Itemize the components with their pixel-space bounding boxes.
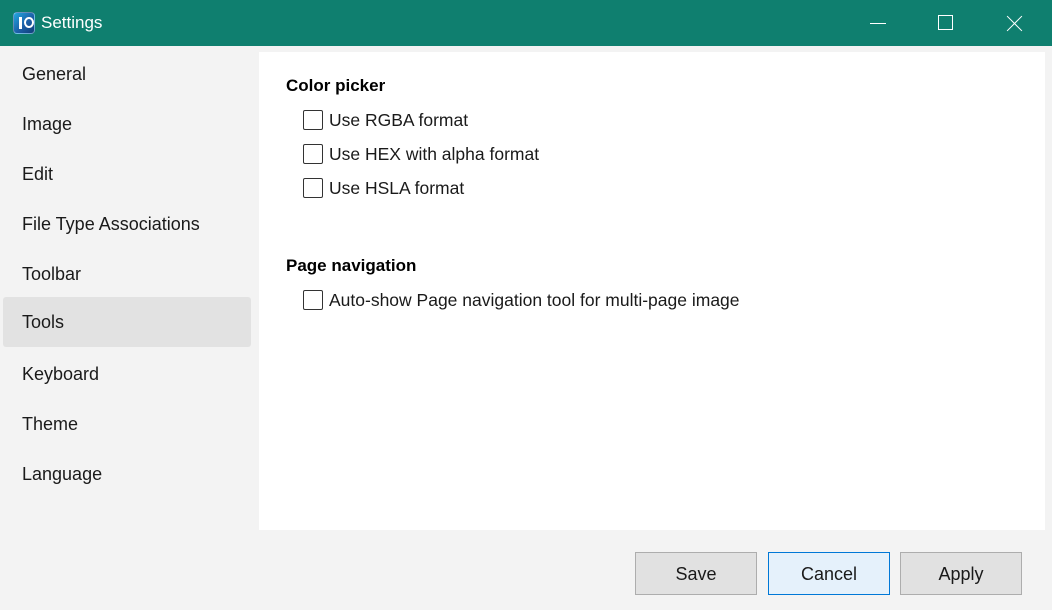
maximize-button[interactable] bbox=[910, 0, 980, 46]
page-navigation-heading: Page navigation bbox=[286, 256, 417, 275]
sidebar-item-file-type-associations[interactable]: File Type Associations bbox=[3, 199, 251, 249]
sidebar-item-edit[interactable]: Edit bbox=[3, 149, 251, 199]
tools-settings-panel: Color picker Use RGBA format Use HEX wit… bbox=[259, 52, 1045, 530]
rgba-format-label: Use RGBA format bbox=[329, 109, 469, 130]
minimize-button[interactable] bbox=[843, 0, 913, 46]
auto-show-page-nav-option[interactable]: Auto-show Page navigation tool for multi… bbox=[303, 288, 740, 312]
close-icon bbox=[1007, 15, 1023, 31]
sidebar-item-toolbar[interactable]: Toolbar bbox=[3, 249, 251, 299]
sidebar-item-label: Language bbox=[22, 464, 103, 484]
sidebar-item-image[interactable]: Image bbox=[3, 99, 251, 149]
sidebar-item-label: Toolbar bbox=[22, 264, 82, 284]
hex-alpha-format-checkbox[interactable] bbox=[303, 144, 323, 164]
sidebar-item-label: Theme bbox=[22, 414, 79, 434]
sidebar-item-theme[interactable]: Theme bbox=[3, 399, 251, 449]
sidebar-item-label: Keyboard bbox=[22, 364, 100, 384]
sidebar-item-label: Image bbox=[22, 114, 73, 134]
hsla-format-option[interactable]: Use HSLA format bbox=[303, 176, 464, 200]
cancel-button[interactable]: Cancel bbox=[768, 552, 890, 595]
minimize-icon bbox=[870, 23, 886, 24]
close-button[interactable] bbox=[980, 0, 1050, 46]
sidebar-item-language[interactable]: Language bbox=[3, 449, 251, 499]
hex-alpha-format-label: Use HEX with alpha format bbox=[329, 143, 540, 164]
sidebar-item-label: Edit bbox=[22, 164, 54, 184]
rgba-format-checkbox[interactable] bbox=[303, 110, 323, 130]
color-picker-heading: Color picker bbox=[286, 76, 386, 95]
hex-alpha-format-option[interactable]: Use HEX with alpha format bbox=[303, 142, 539, 166]
window-title: Settings bbox=[41, 13, 103, 32]
hsla-format-checkbox[interactable] bbox=[303, 178, 323, 198]
hsla-format-label: Use HSLA format bbox=[329, 177, 465, 198]
sidebar-item-label: File Type Associations bbox=[22, 214, 200, 234]
sidebar-item-label: Tools bbox=[22, 312, 65, 332]
save-button[interactable]: Save bbox=[635, 552, 757, 595]
settings-sidebar: General Image Edit File Type Association… bbox=[0, 46, 258, 532]
apply-button[interactable]: Apply bbox=[900, 552, 1022, 595]
rgba-format-option[interactable]: Use RGBA format bbox=[303, 108, 468, 132]
sidebar-item-general[interactable]: General bbox=[3, 49, 251, 99]
sidebar-item-keyboard[interactable]: Keyboard bbox=[3, 349, 251, 399]
maximize-icon bbox=[938, 15, 953, 30]
title-bar: Settings bbox=[0, 0, 1052, 46]
app-icon bbox=[13, 12, 35, 34]
auto-show-page-nav-checkbox[interactable] bbox=[303, 290, 323, 310]
auto-show-page-nav-label: Auto-show Page navigation tool for multi… bbox=[329, 289, 740, 310]
sidebar-item-label: General bbox=[22, 64, 87, 84]
sidebar-item-tools[interactable]: Tools bbox=[3, 297, 251, 347]
